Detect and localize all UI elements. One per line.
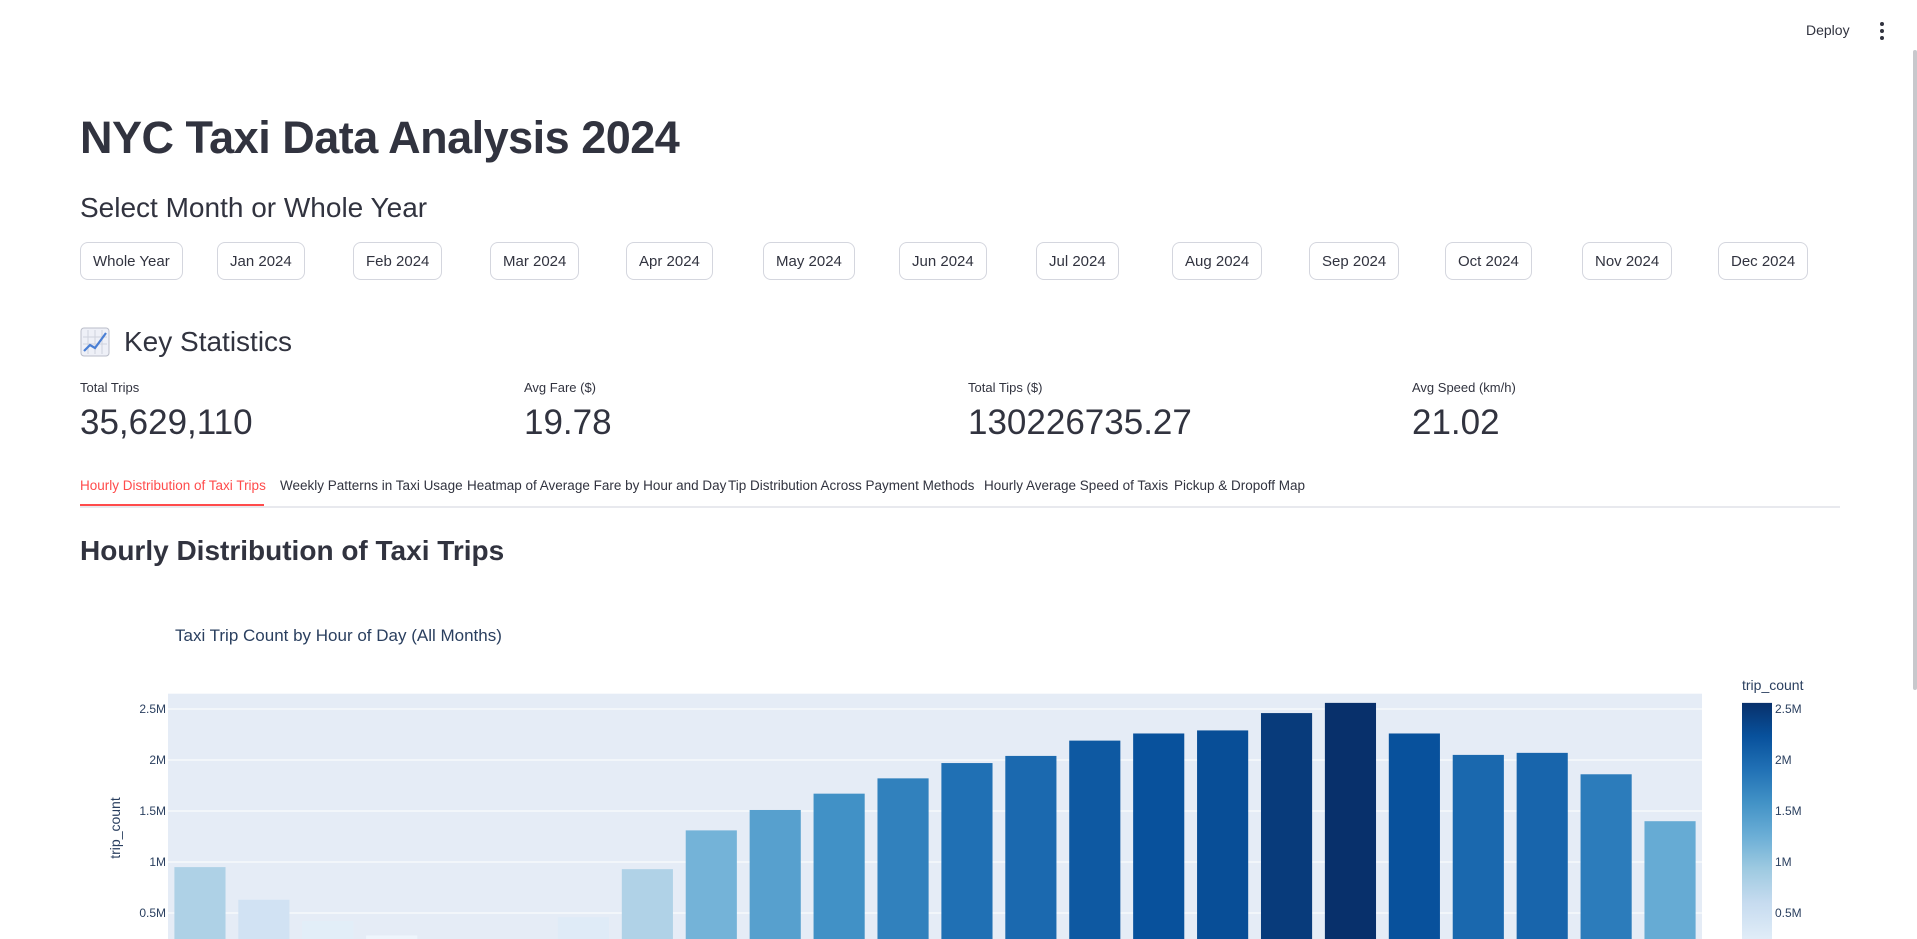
- month-button-nov[interactable]: Nov 2024: [1582, 242, 1673, 280]
- metric-label: Avg Fare ($): [524, 380, 597, 395]
- bar-hour-18: [1324, 702, 1377, 939]
- month-selector-heading: Select Month or Whole Year: [80, 192, 428, 223]
- tab-hourly-distribution[interactable]: Hourly Distribution of Taxi Trips: [80, 478, 266, 493]
- bar-hour-17: [1260, 713, 1313, 939]
- bar-hour-6: [557, 917, 610, 939]
- tab-weekly-patterns[interactable]: Weekly Patterns in Taxi Usage: [280, 478, 463, 493]
- active-tab-indicator: [80, 504, 264, 506]
- colorbar-tick-label: 2M: [1775, 753, 1792, 767]
- month-button-apr[interactable]: Apr 2024: [626, 242, 713, 280]
- month-button-jun[interactable]: Jun 2024: [899, 242, 987, 280]
- y-tick-label: 2.5M: [139, 702, 166, 716]
- y-tick-label: 0.5M: [139, 906, 166, 920]
- bar-hour-23: [1644, 821, 1696, 939]
- metric-avg-speed: Avg Speed (km/h) 21.02: [1412, 380, 1516, 443]
- metric-value: 21.02: [1412, 403, 1500, 442]
- page-scrollbar[interactable]: [1913, 50, 1917, 690]
- bar-chart: 0.5M 1M 1.5M 2M 2.5M trip_count trip_count 0.5M…: [107, 677, 1804, 939]
- colorbar-tick-label: 1.5M: [1775, 804, 1802, 818]
- bar-hour-16: [1197, 730, 1249, 939]
- bar-hour-20: [1452, 754, 1504, 939]
- metric-value: 130226735.27: [968, 403, 1192, 442]
- metric-total-tips: Total Tips ($) 130226735.27: [968, 380, 1192, 443]
- month-button-may[interactable]: May 2024: [763, 242, 855, 280]
- bar-hour-22: [1580, 774, 1632, 939]
- colorbar: [1742, 702, 1772, 939]
- tab-pickup-dropoff-map[interactable]: Pickup & Dropoff Map: [1174, 478, 1305, 493]
- month-button-whole-year[interactable]: Whole Year: [80, 242, 183, 280]
- key-statistics-heading: Key Statistics: [80, 326, 292, 358]
- tab-hourly-speed[interactable]: Hourly Average Speed of Taxis: [984, 478, 1168, 493]
- month-button-jul[interactable]: Jul 2024: [1036, 242, 1119, 280]
- y-tick-label: 2M: [149, 753, 166, 767]
- metric-total-trips: Total Trips 35,629,110: [80, 380, 253, 443]
- month-button-aug[interactable]: Aug 2024: [1172, 242, 1263, 280]
- month-button-oct[interactable]: Oct 2024: [1445, 242, 1532, 280]
- bar-hour-13: [1005, 755, 1057, 939]
- bar-hour-1: [238, 899, 290, 939]
- bar-hour-21: [1516, 752, 1568, 939]
- bar-hour-19: [1388, 733, 1440, 939]
- section-title: Hourly Distribution of Taxi Trips: [80, 535, 505, 566]
- kebab-menu-icon[interactable]: [1876, 22, 1888, 42]
- bar-hour-7: [621, 869, 673, 939]
- bar-hour-0: [174, 867, 226, 939]
- colorbar-tick-label: 2.5M: [1775, 702, 1802, 716]
- month-button-dec[interactable]: Dec 2024: [1718, 242, 1809, 280]
- y-tick-label: 1M: [149, 855, 166, 869]
- page-title: NYC Taxi Data Analysis 2024: [80, 112, 680, 163]
- bar-hour-10: [813, 793, 865, 939]
- tab-bar: Hourly Distribution of Taxi Trips Weekly…: [80, 474, 1840, 508]
- colorbar-tick-label: 0.5M: [1775, 906, 1802, 920]
- metric-value: 35,629,110: [80, 403, 253, 442]
- colorbar-tick-label: 1M: [1775, 855, 1792, 869]
- month-button-jan[interactable]: Jan 2024: [217, 242, 305, 280]
- y-axis-label: trip_count: [107, 797, 123, 859]
- month-button-feb[interactable]: Feb 2024: [353, 242, 443, 280]
- key-statistics-label: Key Statistics: [124, 326, 293, 357]
- metric-label: Avg Speed (km/h): [1412, 380, 1516, 395]
- bar-hour-2: [302, 921, 354, 939]
- bar-hour-8: [685, 830, 737, 939]
- bar-hour-11: [877, 778, 929, 939]
- top-header: Deploy: [0, 0, 1917, 64]
- tab-heatmap-fare[interactable]: Heatmap of Average Fare by Hour and Day: [467, 478, 726, 493]
- month-button-mar[interactable]: Mar 2024: [490, 242, 580, 280]
- metric-label: Total Trips: [80, 380, 140, 395]
- bar-hour-12: [941, 763, 993, 939]
- tab-tip-distribution[interactable]: Tip Distribution Across Payment Methods: [728, 478, 974, 493]
- colorbar-title: trip_count: [1742, 677, 1804, 693]
- metric-avg-fare: Avg Fare ($) 19.78: [524, 380, 612, 443]
- bar-hour-14: [1069, 740, 1121, 939]
- y-tick-label: 1.5M: [139, 804, 166, 818]
- bar-hour-3: [366, 935, 418, 939]
- deploy-button[interactable]: Deploy: [1806, 22, 1850, 38]
- chart-increasing-icon: [80, 327, 110, 357]
- metric-value: 19.78: [524, 403, 612, 442]
- bar-hour-15: [1133, 733, 1185, 939]
- bar-hour-9: [749, 809, 801, 939]
- metric-label: Total Tips ($): [968, 380, 1043, 395]
- month-button-sep[interactable]: Sep 2024: [1309, 242, 1400, 280]
